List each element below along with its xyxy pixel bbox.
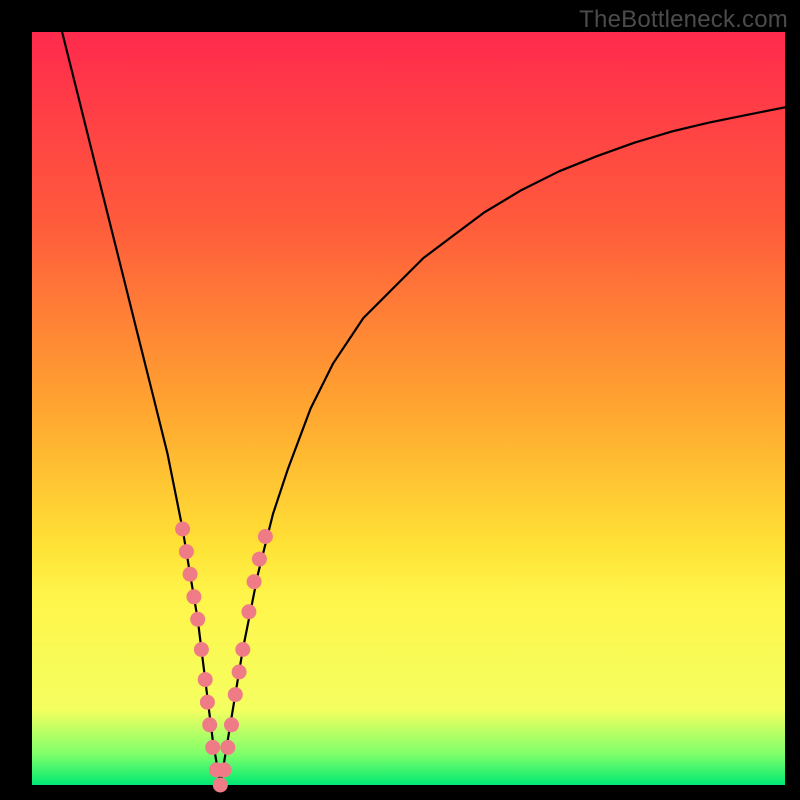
datapoint <box>175 522 190 537</box>
datapoint <box>241 604 256 619</box>
bottleneck-curve <box>62 32 785 785</box>
chart-frame: TheBottleneck.com <box>0 0 800 800</box>
datapoint <box>224 717 239 732</box>
datapoints-group <box>175 522 273 793</box>
datapoint <box>235 642 250 657</box>
datapoint <box>252 552 267 567</box>
datapoint <box>247 574 262 589</box>
datapoint <box>217 762 232 777</box>
plot-area <box>32 32 785 785</box>
datapoint <box>232 665 247 680</box>
datapoint <box>202 717 217 732</box>
datapoint <box>220 740 235 755</box>
datapoint <box>190 612 205 627</box>
datapoint <box>194 642 209 657</box>
datapoint <box>200 695 215 710</box>
datapoint <box>179 544 194 559</box>
datapoint <box>205 740 220 755</box>
datapoint <box>213 778 228 793</box>
datapoint <box>198 672 213 687</box>
datapoint <box>183 567 198 582</box>
datapoint <box>228 687 243 702</box>
datapoint <box>258 529 273 544</box>
watermark-text: TheBottleneck.com <box>579 6 788 34</box>
datapoint <box>186 589 201 604</box>
plot-svg <box>32 32 785 785</box>
